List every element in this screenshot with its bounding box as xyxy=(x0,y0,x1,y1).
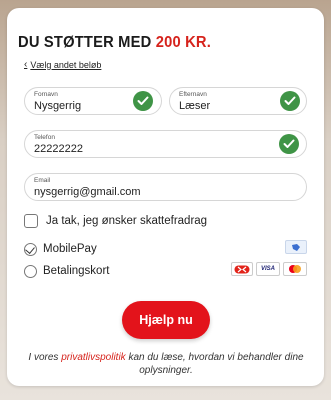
email-field[interactable]: Email nysgerrig@gmail.com xyxy=(24,173,307,201)
phone-value: 22222222 xyxy=(34,143,83,155)
tax-deduction-label: Ja tak, jeg ønsker skattefradrag xyxy=(46,215,208,227)
checkmark-icon xyxy=(279,134,299,154)
payment-option-mobilepay[interactable]: MobilePay xyxy=(24,240,307,258)
checkmark-icon xyxy=(133,91,153,111)
phone-field[interactable]: Telefon 22222222 xyxy=(24,130,307,158)
last-name-label: Efternavn xyxy=(179,91,207,98)
last-name-field[interactable]: Efternavn Læser xyxy=(169,87,307,115)
privacy-policy-link[interactable]: privatlivspolitik xyxy=(61,352,125,363)
first-name-label: Fornavn xyxy=(34,91,58,98)
mastercard-icon xyxy=(283,262,307,276)
privacy-note: I vores privatlivspolitik kan du læse, h… xyxy=(20,352,312,377)
chevron-left-icon: ‹ xyxy=(24,59,28,70)
page-title: DU STØTTER MED 200 KR. xyxy=(18,34,211,52)
payment-option-card[interactable]: Betalingskort VISA xyxy=(24,262,307,280)
choose-other-amount-link[interactable]: ‹ Vælg andet beløb xyxy=(24,59,101,70)
mobilepay-icon xyxy=(285,240,307,254)
donation-amount: 200 KR. xyxy=(155,34,212,51)
email-label: Email xyxy=(34,177,51,184)
dankort-icon xyxy=(231,262,253,276)
last-name-value: Læser xyxy=(179,100,211,112)
first-name-field[interactable]: Fornavn Nysgerrig xyxy=(24,87,162,115)
tax-deduction-option[interactable]: Ja tak, jeg ønsker skattefradrag xyxy=(24,214,207,228)
phone-label: Telefon xyxy=(34,134,55,141)
mobilepay-radio[interactable] xyxy=(24,242,37,256)
help-now-button[interactable]: Hjælp nu xyxy=(122,301,210,339)
privacy-note-after: kan du læse, hvordan vi behandler dine o… xyxy=(125,352,304,376)
payment-label: Betalingskort xyxy=(43,265,110,277)
checkmark-icon xyxy=(280,91,300,111)
email-value: nysgerrig@gmail.com xyxy=(34,186,141,198)
visa-icon: VISA xyxy=(256,262,280,276)
tax-deduction-checkbox[interactable] xyxy=(24,214,38,228)
back-link-label: Vælg andet beløb xyxy=(30,59,102,70)
privacy-note-before: I vores xyxy=(28,352,62,363)
title-prefix: DU STØTTER MED xyxy=(18,34,152,51)
payment-label: MobilePay xyxy=(43,243,97,255)
first-name-value: Nysgerrig xyxy=(34,100,82,112)
card-radio[interactable] xyxy=(24,264,37,278)
